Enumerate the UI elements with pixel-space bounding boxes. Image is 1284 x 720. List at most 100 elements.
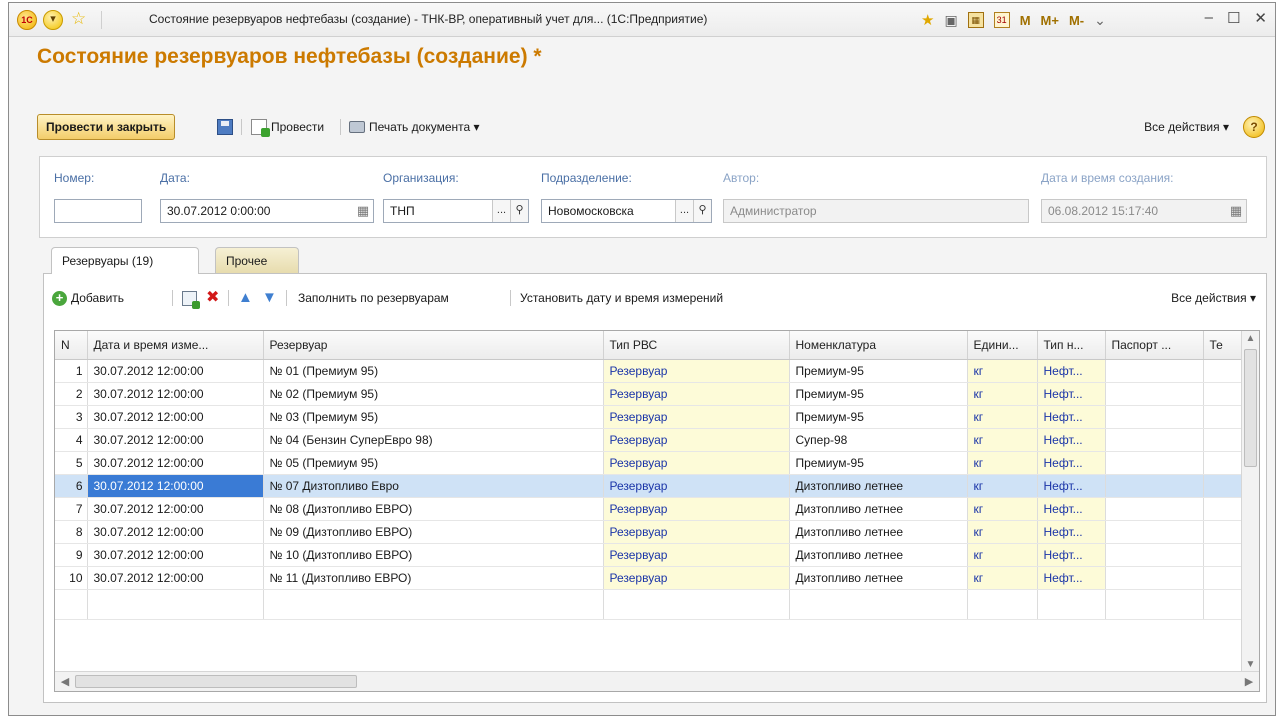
column-header-tank[interactable]: Резервуар xyxy=(263,331,604,360)
help-icon[interactable]: ? xyxy=(1243,116,1265,138)
fill-by-tanks-button[interactable]: Заполнить по резервуарам xyxy=(298,286,449,310)
print-document-button[interactable]: Печать документа ▾ xyxy=(349,114,480,140)
date-field[interactable]: 30.07.2012 0:00:00 ▦ xyxy=(160,199,374,223)
cell-passport[interactable] xyxy=(1105,451,1204,475)
cell-datetime[interactable]: 30.07.2012 12:00:00 xyxy=(87,474,264,498)
all-actions-button[interactable]: Все действия ▾ xyxy=(1144,114,1229,140)
cell-tank[interactable]: № 09 (Дизтопливо ЕВРО) xyxy=(263,520,604,544)
copy-row-button[interactable] xyxy=(182,286,200,310)
cell-tank[interactable]: № 10 (Дизтопливо ЕВРО) xyxy=(263,543,604,567)
table-row[interactable]: 10 30.07.2012 12:00:00 № 11 (Дизтопливо … xyxy=(55,566,1243,590)
table-row-selected[interactable]: 6 30.07.2012 12:00:00 № 07 Дизтопливо Ев… xyxy=(55,474,1243,498)
move-down-button[interactable]: ▼ xyxy=(262,286,277,310)
calendar-icon[interactable]: ▦ xyxy=(355,200,371,222)
table-row[interactable]: 4 30.07.2012 12:00:00 № 04 (Бензин Супер… xyxy=(55,428,1243,452)
cell-tank[interactable]: № 07 Дизтопливо Евро xyxy=(263,474,604,498)
cell-unit[interactable]: кг xyxy=(967,451,1038,475)
column-header-n[interactable]: N xyxy=(55,331,88,360)
cell-passport[interactable] xyxy=(1105,359,1204,383)
cell-tank[interactable]: № 04 (Бензин СуперЕвро 98) xyxy=(263,428,604,452)
scroll-left-icon[interactable]: ◀ xyxy=(57,674,73,690)
cell-unit[interactable]: кг xyxy=(967,543,1038,567)
post-and-close-button[interactable]: Провести и закрыть xyxy=(37,114,176,140)
table-row[interactable]: 7 30.07.2012 12:00:00 № 08 (Дизтопливо Е… xyxy=(55,497,1243,521)
history-icon[interactable]: ▣ xyxy=(944,12,957,29)
memory-minus-button[interactable]: M- xyxy=(1069,13,1084,28)
tab-tanks[interactable]: Резервуары (19) xyxy=(51,247,199,274)
cell-tank-type[interactable]: Резервуар xyxy=(603,497,790,521)
cell-tank[interactable]: № 03 (Премиум 95) xyxy=(263,405,604,429)
cell-temperature[interactable] xyxy=(1203,474,1243,498)
number-field[interactable] xyxy=(54,199,142,223)
cell-nomenclature[interactable]: Дизтопливо летнее xyxy=(789,474,968,498)
cell-unit[interactable]: кг xyxy=(967,428,1038,452)
cell-temperature[interactable] xyxy=(1203,520,1243,544)
scroll-right-icon[interactable]: ▶ xyxy=(1241,674,1257,690)
set-measurement-datetime-button[interactable]: Установить дату и время измерений xyxy=(520,286,723,310)
cell-product-type[interactable]: Нефт... xyxy=(1037,497,1106,521)
cell-tank-type[interactable]: Резервуар xyxy=(603,428,790,452)
calendar-icon[interactable]: 31 xyxy=(993,12,1010,28)
cell-datetime[interactable]: 30.07.2012 12:00:00 xyxy=(87,566,264,590)
cell-unit[interactable]: кг xyxy=(967,520,1038,544)
cell-product-type[interactable]: Нефт... xyxy=(1037,428,1106,452)
column-header-datetime[interactable]: Дата и время изме... xyxy=(87,331,264,360)
add-favorite-icon[interactable]: ★ xyxy=(921,11,934,29)
select-department-button[interactable]: ... xyxy=(675,200,693,222)
memory-plus-button[interactable]: M+ xyxy=(1041,13,1059,28)
column-header-temperature[interactable]: Те xyxy=(1203,331,1243,360)
cell-tank[interactable]: № 02 (Премиум 95) xyxy=(263,382,604,406)
cell-unit[interactable]: кг xyxy=(967,497,1038,521)
cell-tank-type[interactable]: Резервуар xyxy=(603,543,790,567)
maximize-button[interactable]: ☐ xyxy=(1227,9,1240,27)
cell-datetime[interactable]: 30.07.2012 12:00:00 xyxy=(87,382,264,406)
cell-temperature[interactable] xyxy=(1203,428,1243,452)
cell-tank-type[interactable]: Резервуар xyxy=(603,451,790,475)
column-header-tank-type[interactable]: Тип РВС xyxy=(603,331,790,360)
cell-product-type[interactable]: Нефт... xyxy=(1037,405,1106,429)
post-button[interactable]: Провести xyxy=(251,114,324,140)
cell-temperature[interactable] xyxy=(1203,497,1243,521)
main-menu-icon[interactable]: ▾ xyxy=(43,10,63,30)
open-department-icon[interactable]: ⚲ xyxy=(693,200,711,222)
cell-passport[interactable] xyxy=(1105,566,1204,590)
cell-unit[interactable]: кг xyxy=(967,382,1038,406)
horizontal-scrollbar[interactable]: ◀ ▶ xyxy=(55,671,1259,691)
cell-nomenclature[interactable]: Премиум-95 xyxy=(789,405,968,429)
cell-temperature[interactable] xyxy=(1203,566,1243,590)
cell-nomenclature[interactable]: Дизтопливо летнее xyxy=(789,543,968,567)
cell-temperature[interactable] xyxy=(1203,382,1243,406)
cell-temperature[interactable] xyxy=(1203,405,1243,429)
cell-tank-type[interactable]: Резервуар xyxy=(603,405,790,429)
tab-other[interactable]: Прочее xyxy=(215,247,299,273)
organization-field[interactable]: ТНП ... ⚲ xyxy=(383,199,529,223)
cell-tank-type[interactable]: Резервуар xyxy=(603,520,790,544)
cell-passport[interactable] xyxy=(1105,543,1204,567)
cell-passport[interactable] xyxy=(1105,382,1204,406)
cell-passport[interactable] xyxy=(1105,405,1204,429)
cell-nomenclature[interactable]: Дизтопливо летнее xyxy=(789,566,968,590)
cell-nomenclature[interactable]: Супер-98 xyxy=(789,428,968,452)
cell-unit[interactable]: кг xyxy=(967,566,1038,590)
calculator-icon[interactable]: ▦ xyxy=(967,12,984,28)
cell-unit[interactable]: кг xyxy=(967,405,1038,429)
vertical-scroll-thumb[interactable] xyxy=(1244,349,1257,467)
cell-nomenclature[interactable]: Премиум-95 xyxy=(789,382,968,406)
delete-row-button[interactable]: ✖ xyxy=(206,286,219,310)
cell-tank[interactable]: № 05 (Премиум 95) xyxy=(263,451,604,475)
cell-product-type[interactable]: Нефт... xyxy=(1037,566,1106,590)
move-up-button[interactable]: ▲ xyxy=(238,286,253,310)
cell-datetime[interactable]: 30.07.2012 12:00:00 xyxy=(87,405,264,429)
memory-m-button[interactable]: M xyxy=(1020,13,1031,28)
cell-product-type[interactable]: Нефт... xyxy=(1037,382,1106,406)
department-field[interactable]: Новомосковска ... ⚲ xyxy=(541,199,712,223)
cell-datetime[interactable]: 30.07.2012 12:00:00 xyxy=(87,451,264,475)
cell-datetime[interactable]: 30.07.2012 12:00:00 xyxy=(87,543,264,567)
table-row[interactable]: 8 30.07.2012 12:00:00 № 09 (Дизтопливо Е… xyxy=(55,520,1243,544)
cell-datetime[interactable]: 30.07.2012 12:00:00 xyxy=(87,359,264,383)
app-logo-icon[interactable]: 1С xyxy=(17,10,37,30)
add-row-button[interactable]: + Добавить xyxy=(52,286,124,310)
scroll-up-icon[interactable]: ▲ xyxy=(1242,331,1259,347)
cell-tank-type[interactable]: Резервуар xyxy=(603,474,790,498)
cell-temperature[interactable] xyxy=(1203,359,1243,383)
